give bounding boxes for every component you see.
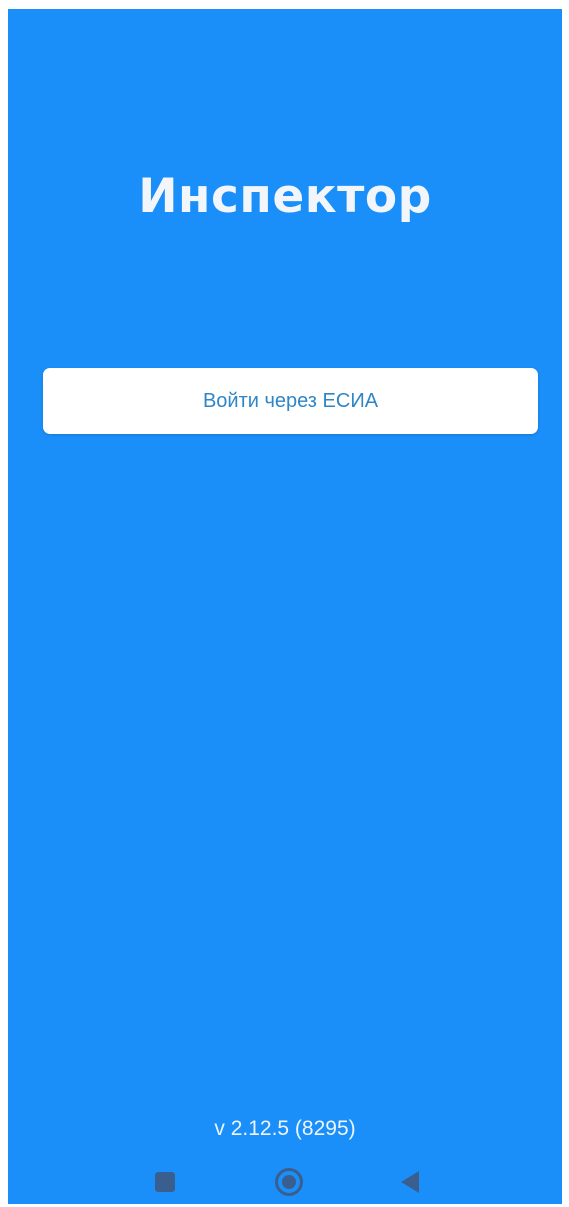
system-navigation-bar: [8, 1159, 562, 1204]
esia-login-button[interactable]: Войти через ЕСИА: [43, 368, 538, 434]
recent-apps-button[interactable]: [140, 1159, 190, 1204]
recent-apps-icon: [155, 1171, 175, 1192]
login-screen: Инспектор Войти через ЕСИА v 2.12.5 (829…: [8, 9, 562, 1204]
home-icon: [275, 1167, 303, 1196]
home-button[interactable]: [264, 1159, 314, 1204]
app-title: Инспектор: [138, 169, 432, 224]
back-icon: [401, 1170, 419, 1193]
back-button[interactable]: [385, 1159, 435, 1204]
version-label: v 2.12.5 (8295): [214, 1117, 356, 1140]
